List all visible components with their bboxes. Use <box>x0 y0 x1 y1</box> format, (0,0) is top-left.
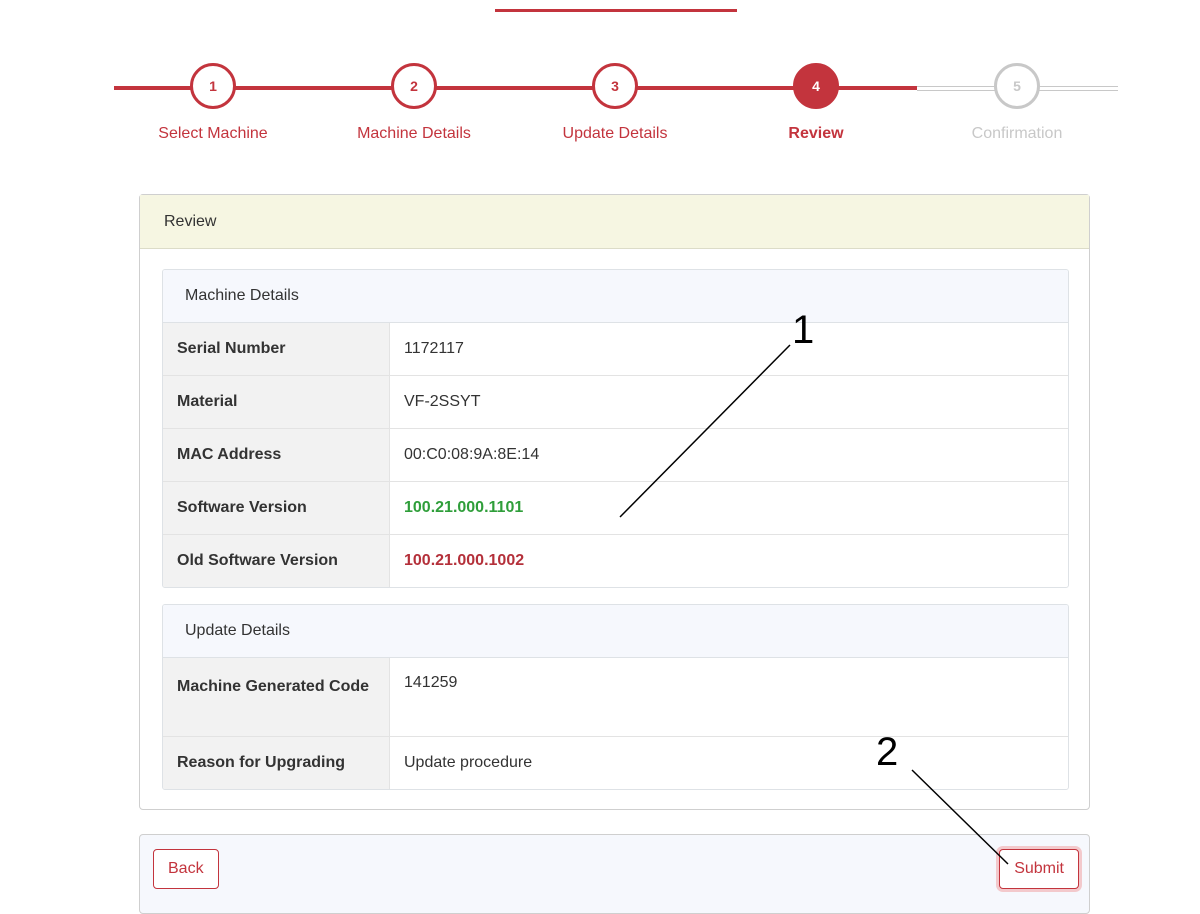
callout-line-1 <box>619 344 791 518</box>
callout-line-2 <box>911 769 1009 865</box>
callout-number-1: 1 <box>792 308 815 352</box>
callout-number-2: 2 <box>876 730 899 774</box>
callout-lines <box>619 344 1009 865</box>
